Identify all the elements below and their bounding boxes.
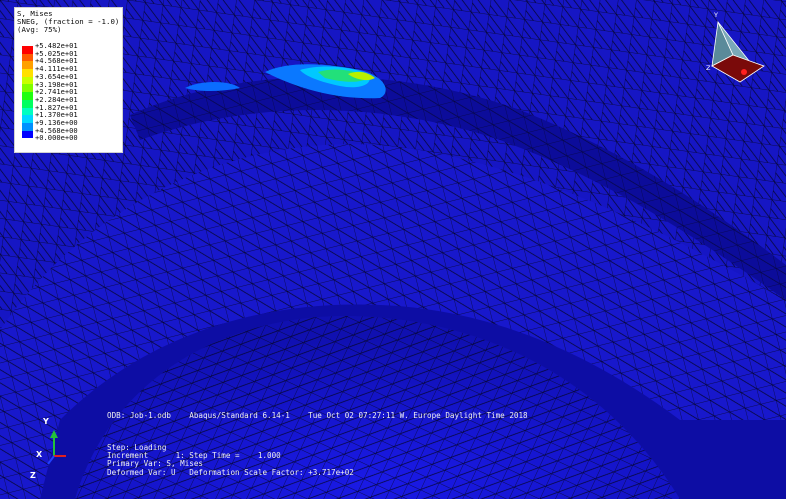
legend-swatch xyxy=(22,61,33,70)
triad-z-label: Z xyxy=(30,471,36,480)
contour-legend: S, Mises SNEG, (fraction = -1.0) (Avg: 7… xyxy=(14,7,123,153)
view-cube-z-label: Z xyxy=(706,64,711,72)
triad-y-label: Y xyxy=(43,417,49,426)
legend-swatch xyxy=(22,92,33,100)
odb-info: ODB: Job-1.odb Abaqus/Standard 6.14-1 Tu… xyxy=(107,411,528,420)
triad-x-label: X xyxy=(36,450,43,459)
legend-swatch xyxy=(22,46,33,54)
legend-swatch xyxy=(22,69,33,77)
deformed-var-label: Deformed Var: U Deformation Scale Factor… xyxy=(107,468,354,477)
legend-swatch xyxy=(22,99,33,108)
legend-swatch xyxy=(22,107,33,116)
primary-var-label: Primary Var: S, Mises xyxy=(107,459,204,468)
legend-value: +0.000e+00 xyxy=(35,133,78,143)
legend-swatch xyxy=(22,84,33,93)
view-cube-y-label: Y xyxy=(714,11,718,19)
legend-swatch xyxy=(22,130,33,139)
legend-swatch xyxy=(22,53,33,62)
legend-swatch xyxy=(22,115,33,123)
legend-swatch xyxy=(22,76,33,85)
legend-swatch xyxy=(22,122,33,131)
